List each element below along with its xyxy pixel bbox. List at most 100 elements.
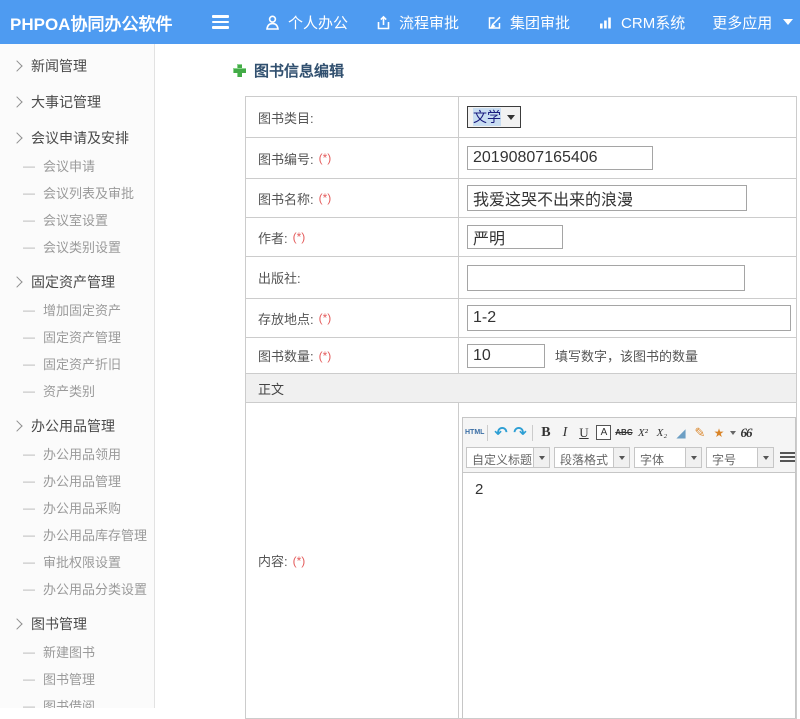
dash-bullet: — [23,447,35,461]
sidebar-subitem[interactable]: —会议类别设置 [0,233,154,260]
underline-icon[interactable]: U [574,423,593,443]
sidebar-subitem-label: 办公用品分类设置 [43,579,147,598]
sidebar-item-5[interactable]: 图书管理 [0,610,154,638]
toolbar-separator [532,425,533,441]
chevron-right-icon [11,96,22,107]
dash-bullet: — [23,384,35,398]
form-row-author: 作者: (*) [246,218,796,257]
editor-combo-1[interactable]: 段落格式 [554,447,630,468]
html-source-icon[interactable]: HTML [465,423,484,443]
bold-icon[interactable]: B [536,423,555,443]
editor-toolbar-row1: HTML ↶↷ BIUAABCX²X₂◢✎★ 66 [463,418,795,445]
caret-down-icon[interactable] [533,448,549,467]
strikethrough-icon[interactable]: ABC [614,423,633,443]
font-color-icon[interactable]: A [596,425,611,440]
sidebar-subitem[interactable]: —办公用品采购 [0,494,154,521]
book-code-input[interactable] [467,146,653,170]
sidebar-subitem[interactable]: — 固定资产折旧 [0,350,154,377]
sidebar-item-1[interactable]: 大事记管理 [0,88,154,116]
sidebar-subitem-label: 图书管理 [43,669,95,688]
sidebar-subitem-label: 审批权限设置 [43,552,121,571]
sidebar-item-3[interactable]: 固定资产管理 [0,268,154,296]
brush-icon[interactable]: ✎ [690,423,709,443]
sidebar-subitem[interactable]: —新建图书 [0,638,154,665]
sidebar-item-label: 会议申请及安排 [31,128,129,148]
sidebar-subitem[interactable]: —会议申请 [0,152,154,179]
sidebar-subitem-label: 图书借阅 [43,696,95,708]
caret-down-icon [507,115,515,120]
italic-icon[interactable]: I [555,423,574,443]
nav-workflow-approval[interactable]: 流程审批 [375,12,459,33]
sidebar-subitem[interactable]: —会议列表及审批 [0,179,154,206]
storage-location-input[interactable] [467,305,791,331]
form-row-quantity: 图书数量: (*) 填写数字，该图书的数量 [246,338,796,374]
book-edit-form: 图书类目: 文学 图书编号: (*) 图书名称: (*) [245,96,797,719]
sidebar-subitem[interactable]: —增加固定资产 [0,296,154,323]
form-row-publisher: 出版社: [246,257,796,299]
sidebar-subitem-label: 会议申请 [43,156,95,175]
sidebar-item-4[interactable]: 办公用品管理 [0,412,154,440]
sidebar-group: 图书管理—新建图书—图书管理—图书借阅 [0,610,154,708]
chevron-right-icon [11,276,22,287]
justify-icon[interactable] [780,452,795,463]
eraser-icon[interactable]: ◢ [671,423,690,443]
sidebar-subitem[interactable]: —图书借阅 [0,692,154,708]
undo-icon[interactable]: ↶ [491,423,510,443]
wand-icon[interactable]: ★ [709,423,728,443]
sidebar-subitem[interactable]: —办公用品分类设置 [0,575,154,602]
subscript-icon[interactable]: X₂ [652,423,671,443]
caret-down-icon[interactable] [613,448,629,467]
top-bar: PHPOA协同办公软件 个人办公 流程审批 集团审批 CRM系统 更多应用 [0,0,800,44]
sidebar-subitem[interactable]: —办公用品管理 [0,467,154,494]
field-label-code: 图书编号: [258,149,314,168]
sidebar-item-label: 新闻管理 [31,56,87,76]
editor-combo-0[interactable]: 自定义标题 [466,447,550,468]
nav-label: 个人办公 [288,12,348,33]
form-row-category: 图书类目: 文学 [246,97,796,138]
combo-label: 段落格式 [555,448,613,467]
editor-content-area[interactable]: 2 [463,472,795,719]
sidebar-subitem[interactable]: —图书管理 [0,665,154,692]
sidebar-subitem-label: 办公用品领用 [43,444,121,463]
superscript-icon[interactable]: X² [633,423,652,443]
sidebar-subitem[interactable]: — 办公用品领用 [0,440,154,467]
quote-icon[interactable]: 66 [736,423,755,443]
sidebar-subitem-label: 会议列表及审批 [43,183,134,202]
author-input[interactable] [467,225,563,249]
nav-group-approval[interactable]: 集团审批 [486,12,570,33]
sidebar-item-label: 大事记管理 [31,92,101,112]
redo-icon[interactable]: ↷ [510,423,529,443]
required-marker: (*) [319,349,332,363]
page-title-text: 图书信息编辑 [254,60,344,81]
caret-down-icon[interactable] [757,448,773,467]
nav-personal-office[interactable]: 个人办公 [264,12,348,33]
hamburger-menu-icon[interactable] [212,12,230,32]
dash-bullet: — [23,240,35,254]
publisher-input[interactable] [467,265,745,291]
dash-bullet: — [23,357,35,371]
app-logo: PHPOA协同办公软件 [0,10,200,35]
quantity-input[interactable] [467,344,545,368]
sidebar-subitem-label: 办公用品库存管理 [43,525,147,544]
sidebar-subitem-label: 固定资产折旧 [43,354,121,373]
sidebar-subitem[interactable]: — 资产类别 [0,377,154,404]
sidebar-subitem-label: 资产类别 [43,381,95,400]
sidebar-subitem[interactable]: —办公用品库存管理 [0,521,154,548]
form-row-section: 正文 [246,374,796,403]
editor-combo-3[interactable]: 字号 [706,447,774,468]
chevron-right-icon [11,420,22,431]
nav-crm-system[interactable]: CRM系统 [597,12,685,33]
sidebar-subitem[interactable]: —审批权限设置 [0,548,154,575]
sidebar-item-2[interactable]: 会议申请及安排 [0,124,154,152]
nav-more-apps[interactable]: 更多应用 [712,12,793,33]
field-label-category: 图书类目: [258,108,314,127]
book-name-input[interactable] [467,185,747,211]
editor-combo-2[interactable]: 字体 [634,447,702,468]
sidebar-item-0[interactable]: 新闻管理 [0,52,154,80]
sidebar-subitem[interactable]: —固定资产管理 [0,323,154,350]
book-category-select[interactable]: 文学 [467,106,521,128]
sidebar-subitem[interactable]: —会议室设置 [0,206,154,233]
field-label-quantity: 图书数量: [258,346,314,365]
editor-toolbar-row2: 自定义标题段落格式 字体字号 [463,445,795,472]
caret-down-icon[interactable] [685,448,701,467]
